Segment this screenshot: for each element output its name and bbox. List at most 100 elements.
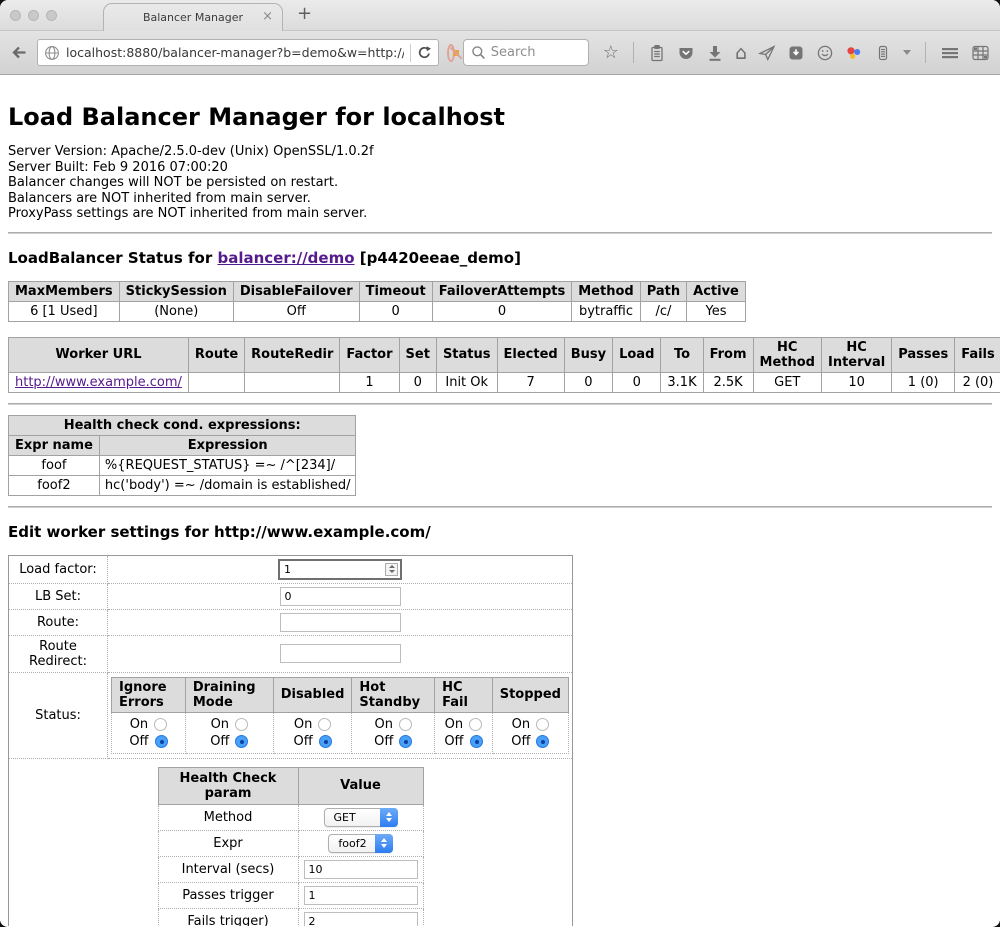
table-row: foof2 hc('body') =~ /domain is establish… [9,475,356,495]
hc-expr-row: Expr foof2 [158,830,423,856]
divider [8,403,992,405]
addon-download-icon[interactable] [787,44,805,62]
route-redirect-input[interactable] [280,644,401,663]
load-factor-input[interactable] [278,559,402,580]
nav-toolbar: localhost:8880/balancer-manager?b=demo&w… [0,31,1000,75]
health-check-params-table: Health Check param Value Method GET Expr [158,767,424,927]
balancer-demo-link[interactable]: balancer://demo [217,249,354,267]
status-row: Status: Ignore Errors Draining Mode Disa… [9,672,573,758]
window-minimize-button[interactable] [28,10,39,21]
page-viewport: Load Balancer Manager for localhost Serv… [0,75,1000,926]
page-title: Load Balancer Manager for localhost [8,103,992,131]
server-info: Server Version: Apache/2.5.0-dev (Unix) … [8,144,992,222]
route-input[interactable] [280,613,401,632]
tab-close-icon[interactable]: × [262,9,273,24]
server-built: Server Built: Feb 9 2016 07:00:20 [8,160,992,176]
home-icon[interactable]: ⌂ [735,44,747,62]
reader-grid-icon[interactable] [971,44,990,62]
divider [8,506,992,508]
draining-mode-on-radio[interactable] [235,718,248,731]
table-row: 6 [1 Used] (None) Off 0 0 bytraffic /c/ … [9,301,746,321]
hot-standby-on-radio[interactable] [399,718,412,731]
search-input[interactable] [491,45,581,60]
window-close-button[interactable] [10,10,21,21]
hc-passes-input[interactable] [304,886,418,905]
select-arrows-icon [375,834,393,853]
worker-row: http://www.example.com/ 1 0 Init Ok 7 0 … [9,372,1000,392]
lb-set-input[interactable] [280,587,401,606]
clipper-dropdown-caret-icon[interactable] [903,50,911,55]
hc-expr-select[interactable]: foof2 [328,834,392,853]
hc-passes-row: Passes trigger [158,882,423,908]
server-version: Server Version: Apache/2.5.0-dev (Unix) … [8,144,992,160]
browser-window: Balancer Manager × + localhost:8880/bala… [0,0,1000,927]
ignore-errors-off-radio[interactable] [155,735,168,748]
url-text[interactable]: localhost:8880/balancer-manager?b=demo&w… [66,45,404,60]
reload-icon[interactable] [417,45,432,60]
menu-hamburger-icon[interactable] [940,44,960,62]
status-heading: LoadBalancer Status for balancer://demo … [8,249,992,267]
hc-fails-input[interactable] [304,912,418,927]
back-icon[interactable] [10,43,29,62]
edit-worker-heading: Edit worker settings for http://www.exam… [8,523,992,541]
route-redirect-label: Route Redirect: [9,635,108,672]
number-stepper-icon[interactable] [385,563,398,576]
route-label: Route: [9,609,108,635]
tab-balancer-manager[interactable]: Balancer Manager × [103,3,283,31]
window-zoom-button[interactable] [46,10,57,21]
health-check-params-row: Health Check param Value Method GET Expr [9,758,573,926]
status-hc-fail-cell: On Off [435,712,493,753]
route-row: Route: [9,609,573,635]
stopped-off-radio[interactable] [536,735,549,748]
hc-expr-title: Health check cond. expressions: [9,415,356,435]
status-stopped-cell: On Off [492,712,568,753]
notice-persist: Balancer changes will NOT be persisted o… [8,175,992,191]
status-hot-standby-cell: On Off [352,712,435,753]
hc-interval-input[interactable] [304,860,418,879]
status-ignore-errors-cell: On Off [112,712,186,753]
load-factor-label: Load factor: [9,555,108,583]
hot-standby-off-radio[interactable] [399,735,412,748]
status-options-table: Ignore Errors Draining Mode Disabled Hot… [111,677,569,754]
blocked-content-icon[interactable] [447,44,455,62]
new-tab-button[interactable]: + [297,3,312,24]
balancer-manager-page: Load Balancer Manager for localhost Serv… [0,103,1000,926]
globe-icon [44,45,60,61]
disabled-on-radio[interactable] [318,718,331,731]
url-bar[interactable]: localhost:8880/balancer-manager?b=demo&w… [37,39,439,66]
hc-fail-off-radio[interactable] [470,735,483,748]
ignore-errors-on-radio[interactable] [154,718,167,731]
search-icon [471,45,486,60]
stopped-on-radio[interactable] [536,718,549,731]
table-header-row: Worker URL Route RouteRedir Factor Set S… [9,337,1000,372]
health-check-expressions-table: Health check cond. expressions: Expr nam… [8,415,356,496]
lb-set-row: LB Set: [9,583,573,609]
search-bar[interactable] [463,39,589,66]
load-factor-row: Load factor: [9,555,573,583]
send-icon[interactable] [758,44,776,62]
reading-list-icon[interactable] [648,44,666,62]
titlebar: Balancer Manager × + [0,0,1000,31]
balancer-status-table: MaxMembers StickySession DisableFailover… [8,281,746,322]
chat-smiley-icon[interactable] [816,44,834,62]
select-arrows-icon [380,808,398,827]
hc-method-select[interactable]: GET [324,808,398,827]
pocket-icon[interactable] [677,44,695,62]
draining-mode-off-radio[interactable] [235,735,248,748]
worker-url-link[interactable]: http://www.example.com/ [15,375,182,390]
colors-addon-icon[interactable] [845,44,863,62]
disabled-off-radio[interactable] [319,735,332,748]
worker-status-table: Worker URL Route RouteRedir Factor Set S… [8,337,1000,393]
lb-set-label: LB Set: [9,583,108,609]
downloads-icon[interactable] [706,44,724,62]
route-redirect-row: Route Redirect: [9,635,573,672]
clipper-addon-icon[interactable] [874,44,892,62]
status-draining-mode-cell: On Off [185,712,273,753]
table-row: foof %{REQUEST_STATUS} =~ /^[234]/ [9,455,356,475]
bookmark-star-icon[interactable]: ☆ [603,44,619,62]
toolbar-icons: ☆ ⌂ [603,42,990,63]
hc-fail-on-radio[interactable] [469,718,482,731]
tab-title: Balancer Manager [143,11,243,24]
hc-interval-row: Interval (secs) [158,856,423,882]
table-header-row: MaxMembers StickySession DisableFailover… [9,281,746,301]
